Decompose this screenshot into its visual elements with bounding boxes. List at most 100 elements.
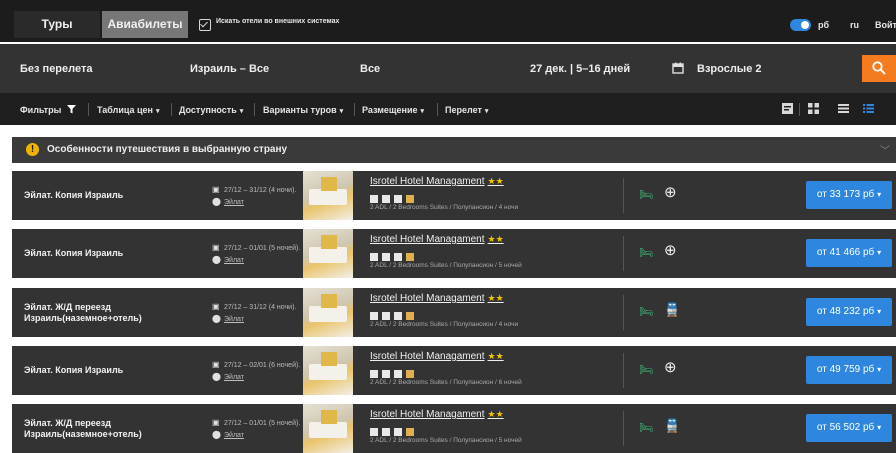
hotel-stars: ★★	[487, 409, 504, 419]
tour-dates: ▣ 27/12 – 02/01 (6 ночей).	[212, 360, 300, 369]
tour-title: Эйлат. Ж/Д переезд Израиль(наземное+отел…	[24, 418, 142, 439]
tab-tours[interactable]: Туры	[14, 11, 100, 38]
price-table-label: Таблица цен	[97, 105, 153, 115]
language-selector[interactable]: ru	[850, 20, 859, 30]
hotel-name-link[interactable]: Isrotel Hotel Managament ★★	[370, 234, 504, 245]
divider	[623, 411, 624, 446]
hotel-name-text[interactable]: Isrotel Hotel Managament	[370, 234, 485, 245]
tour-variants-dropdown[interactable]: Варианты туров ▾	[263, 105, 343, 115]
hotel-name-link[interactable]: Isrotel Hotel Managament ★★	[370, 409, 504, 420]
tour-result-row[interactable]: Эйлат. Копия Израиль ▣ 27/12 – 01/01 (5 н…	[12, 229, 896, 278]
amenity-icon	[370, 370, 378, 378]
calendar-icon: ▣	[212, 185, 220, 194]
travel-notice-text[interactable]: Особенности путешествия в выбранную стра…	[47, 144, 287, 155]
hotel-photo[interactable]	[303, 229, 353, 278]
tour-dates: ▣ 27/12 – 01/01 (5 ночей).	[212, 243, 300, 252]
tour-result-row[interactable]: Эйлат. Ж/Д переезд Израиль(наземное+отел…	[12, 404, 896, 453]
hotel-name-text[interactable]: Isrotel Hotel Managament	[370, 409, 485, 420]
bed-icon: 🛏	[639, 306, 653, 318]
price-button[interactable]: от 56 502 рб ▾	[806, 414, 892, 442]
flight-filter-dropdown[interactable]: Перелет ▾	[445, 105, 488, 115]
filters-label: Фильтры	[20, 105, 62, 115]
hotel-name-link[interactable]: Isrotel Hotel Managament ★★	[370, 293, 504, 304]
tour-location-text[interactable]: Эйлат	[224, 199, 244, 206]
calendar-icon: ▣	[212, 418, 220, 427]
hotel-name-text[interactable]: Isrotel Hotel Managament	[370, 176, 485, 187]
map-pin-icon: ⬤	[212, 197, 221, 206]
hotel-stars: ★★	[487, 234, 504, 244]
hotel-name-link[interactable]: Isrotel Hotel Managament ★★	[370, 351, 504, 362]
tour-location-link[interactable]: ⬤ Эйлат	[212, 372, 244, 381]
divider	[354, 103, 355, 116]
tour-location-text[interactable]: Эйлат	[224, 316, 244, 323]
hotel-name-text[interactable]: Isrotel Hotel Managament	[370, 293, 485, 304]
globe-icon: ⊕	[664, 359, 677, 376]
divider	[437, 103, 438, 116]
currency-label[interactable]: рб	[818, 20, 829, 30]
room-description: 2 ADL / 2 Bedrooms Suites / Полупансион …	[370, 379, 522, 386]
grid-view-icon[interactable]	[808, 101, 819, 114]
detailed-list-view-icon[interactable]	[863, 101, 874, 113]
tour-result-row[interactable]: Эйлат. Копия Израиль ▣ 27/12 – 02/01 (6 н…	[12, 346, 896, 395]
travelers-select[interactable]: Взрослые 2	[697, 63, 762, 75]
tour-location-text[interactable]: Эйлат	[224, 432, 244, 439]
tour-result-row[interactable]: Эйлат. Ж/Д переезд Израиль(наземное+отел…	[12, 288, 896, 337]
funnel-icon	[66, 105, 76, 114]
tour-dates: ▣ 27/12 – 31/12 (4 ночи).	[212, 302, 296, 311]
calendar-view-icon[interactable]	[782, 101, 793, 114]
tour-location-link[interactable]: ⬤ Эйлат	[212, 255, 244, 264]
hotel-photo[interactable]	[303, 288, 353, 337]
login-link[interactable]: Войти	[875, 20, 896, 30]
hotel-photo[interactable]	[303, 171, 353, 220]
chevron-down-icon[interactable]: ﹀	[880, 142, 890, 157]
tour-location-link[interactable]: ⬤ Эйлат	[212, 430, 244, 439]
currency-toggle[interactable]	[790, 19, 811, 31]
tour-dates-text: 27/12 – 01/01 (5 ночей).	[224, 245, 301, 252]
dates-select[interactable]: 27 дек. | 5–16 дней	[530, 63, 630, 75]
price-button[interactable]: от 49 759 рб ▾	[806, 356, 892, 384]
amenity-icon	[394, 428, 402, 436]
flight-select[interactable]: Без перелета	[20, 63, 92, 75]
calendar-icon: ▣	[212, 360, 220, 369]
filters-button[interactable]: Фильтры	[20, 105, 76, 115]
hotel-name-link[interactable]: Isrotel Hotel Managament ★★	[370, 176, 504, 187]
availability-dropdown[interactable]: Доступность ▾	[179, 105, 243, 115]
price-button[interactable]: от 33 173 рб ▾	[806, 181, 892, 209]
globe-icon: ⊕	[664, 184, 677, 201]
calendar-icon[interactable]	[672, 61, 684, 74]
price-table-dropdown[interactable]: Таблица цен ▾	[97, 105, 160, 115]
tour-result-row[interactable]: Эйлат. Копия Израиль ▣ 27/12 – 31/12 (4 н…	[12, 171, 896, 220]
tour-dates-text: 27/12 – 01/01 (5 ночей).	[224, 420, 301, 427]
price-text: от 33 173 рб	[816, 189, 875, 200]
hotel-stars: ★★	[487, 176, 504, 186]
hotel-photo[interactable]	[303, 346, 353, 395]
list-view-icon[interactable]	[838, 101, 849, 113]
tour-dates-text: 27/12 – 31/12 (4 ночи).	[224, 304, 297, 311]
divider	[623, 295, 624, 330]
chevron-down-icon: ▾	[877, 365, 882, 374]
destination-select[interactable]: Израиль – Все	[190, 63, 269, 75]
search-button[interactable]	[862, 55, 896, 82]
map-pin-icon: ⬤	[212, 372, 221, 381]
price-text: от 49 759 рб	[816, 364, 875, 375]
tour-location-text[interactable]: Эйлат	[224, 257, 244, 264]
tour-location-text[interactable]: Эйлат	[224, 374, 244, 381]
availability-label: Доступность	[179, 105, 237, 115]
price-text: от 56 502 рб	[816, 422, 875, 433]
amenity-icon	[382, 312, 390, 320]
amenity-icon	[394, 195, 402, 203]
tour-location-link[interactable]: ⬤ Эйлат	[212, 197, 244, 206]
price-button[interactable]: от 48 232 рб ▾	[806, 298, 892, 326]
calendar-icon: ▣	[212, 243, 220, 252]
caret-down-icon: ▾	[239, 108, 244, 115]
resort-select[interactable]: Все	[360, 63, 380, 75]
hotel-photo[interactable]	[303, 404, 353, 453]
accommodation-dropdown[interactable]: Размещение ▾	[362, 105, 424, 115]
external-hotels-checkbox[interactable]	[199, 19, 211, 31]
price-button[interactable]: от 41 466 рб ▾	[806, 239, 892, 267]
hotel-name-text[interactable]: Isrotel Hotel Managament	[370, 351, 485, 362]
tour-location-link[interactable]: ⬤ Эйлат	[212, 314, 244, 323]
tab-flights[interactable]: Авиабилеты	[102, 11, 188, 38]
meal-icon	[406, 428, 414, 436]
external-hotels-label[interactable]: Искать отели во внешних системах	[216, 18, 339, 25]
